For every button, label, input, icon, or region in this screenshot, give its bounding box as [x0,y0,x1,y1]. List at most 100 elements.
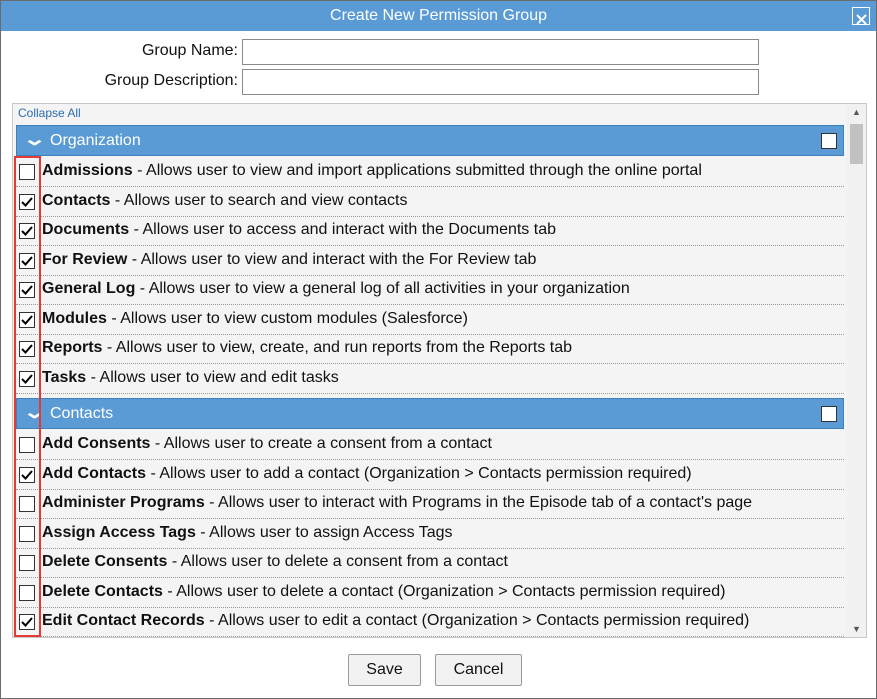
permission-row: Modules - Allows user to view custom mod… [16,306,844,335]
permission-row: Reports - Allows user to view, create, a… [16,335,844,364]
permission-checkbox[interactable] [19,555,35,571]
scroll-down-arrow[interactable]: ▼ [847,621,866,637]
permission-name: Admissions [42,162,133,179]
permission-name: Assign Access Tags [42,523,196,541]
permission-checkbox[interactable] [19,164,35,180]
permission-name: Contacts [42,191,111,209]
permission-row: Admissions - Allows user to view and imp… [16,158,844,187]
permission-name: Tasks [42,368,87,386]
permission-description: - Allows user to view and interact with … [127,250,537,268]
permission-name: Administer Programs [42,494,205,511]
permission-checkbox[interactable] [19,311,35,328]
permission-checkbox[interactable] [19,584,35,601]
permission-text: Delete Consents - Allows user to delete … [42,553,508,571]
permission-checkbox[interactable] [19,614,35,630]
permissions-panel: Collapse All ⌄ Organization Admissions - A… [12,103,867,638]
permission-text: Add Consents - Allows user to create a c… [42,435,492,453]
permission-name: For Review [42,250,128,268]
permission-checkbox[interactable] [19,193,35,210]
permission-text: Reports - Allows user to view, create, a… [42,339,572,357]
group-select-all-checkbox[interactable] [821,406,837,422]
permission-name: General Log [42,280,136,297]
permission-text: General Log - Allows user to view a gene… [42,280,630,298]
permission-name: Edit Contact Records [42,612,205,629]
chevron-down-icon[interactable]: ⌄ [22,129,46,150]
permission-text: Add Contacts - Allows user to add a cont… [42,465,692,483]
permission-text: Contacts - Allows user to search and vie… [42,192,407,210]
permission-name: Delete Consents [42,553,168,570]
permission-checkbox[interactable] [19,466,35,483]
permission-row: Add Consents - Allows user to create a c… [16,431,844,460]
group-description-input[interactable] [242,69,759,95]
group-title: Organization [50,132,141,149]
permission-checkbox[interactable] [19,437,35,453]
dialog-titlebar: Create New Permission Group [1,1,876,31]
permission-name: Documents [42,221,130,238]
permission-description: - Allows user to view custom modules (Sa… [106,309,468,327]
permission-name: Add Consents [42,435,151,452]
checkmark-icon [21,196,33,207]
scroll-up-arrow[interactable]: ▲ [847,104,866,120]
chevron-down-icon[interactable]: ⌄ [22,402,46,423]
permission-row: General Log - Allows user to view a gene… [16,276,844,305]
permission-checkbox[interactable] [19,223,35,239]
permission-row: Edit Contact Records - Allows user to ed… [16,608,844,637]
permission-row: Administer Programs - Allows user to int… [16,490,844,519]
permission-text: Admissions - Allows user to view and imp… [42,162,702,180]
permission-description: - Allows user to delete a consent from a… [167,553,508,570]
checkmark-icon [21,344,33,354]
close-button[interactable] [852,7,870,25]
permission-description: - Allows user to view a general log of a… [135,280,630,297]
group-name-input[interactable] [242,39,759,65]
permission-checkbox[interactable] [19,525,35,542]
permission-row: Delete Contacts - Allows user to delete … [16,579,844,608]
close-icon [855,14,867,25]
permission-text: Administer Programs - Allows user to int… [42,494,752,512]
permission-text: Assign Access Tags - Allows user to assi… [42,524,453,542]
group-description-label: Group Description: [104,72,238,89]
checkmark-icon [21,314,33,325]
permission-checkbox[interactable] [19,370,35,387]
checkmark-icon [21,255,33,266]
collapse-all-link[interactable]: Collapse All [18,106,81,120]
permission-row: Tasks - Allows user to view and edit tas… [16,365,844,394]
cancel-button[interactable]: Cancel [435,654,522,686]
group-title: Contacts [50,405,114,422]
permission-row: Assign Access Tags - Allows user to assi… [16,520,844,549]
permission-description: - Allows user to delete a contact (Organ… [162,582,726,600]
checkmark-icon [21,373,33,384]
permission-description: - Allows user to access and interact wit… [129,221,556,238]
permission-row: For Review - Allows user to view and int… [16,247,844,276]
permission-checkbox[interactable] [19,496,35,512]
permission-name: Reports [42,339,103,356]
permission-text: Modules - Allows user to view custom mod… [42,310,468,328]
group-header-contacts[interactable]: ⌄ Contacts [16,398,844,429]
checkmark-icon [21,226,33,236]
permission-description: - Allows user to view and edit tasks [86,368,339,386]
permission-name: Delete Contacts [42,582,163,600]
permission-row: Add Contacts - Allows user to add a cont… [16,461,844,490]
checkmark-icon [21,285,33,295]
checkmark-icon [21,617,33,627]
checkmark-icon [21,469,33,480]
permission-description: - Allows user to view and import applica… [132,162,702,179]
permission-checkbox[interactable] [19,341,35,357]
save-button[interactable]: Save [348,654,421,686]
permission-checkbox[interactable] [19,252,35,269]
group-header-organization[interactable]: ⌄ Organization [16,125,844,156]
permission-name: Add Contacts [42,464,146,482]
panel-scrollbar[interactable]: ▲ ▼ [847,104,866,637]
scroll-thumb[interactable] [850,124,863,164]
permission-checkbox[interactable] [19,282,35,298]
permission-text: Delete Contacts - Allows user to delete … [42,583,725,601]
permission-description: - Allows user to edit a contact (Organiz… [204,612,750,629]
permission-row: Delete Consents - Allows user to delete … [16,549,844,578]
group-select-all-checkbox[interactable] [821,133,837,149]
dialog-title: Create New Permission Group [330,7,547,24]
group-description-row: Group Description: [1,69,877,95]
permission-name: Modules [42,309,107,327]
permission-description: - Allows user to add a contact (Organiza… [146,464,692,482]
permission-text: Tasks - Allows user to view and edit tas… [42,369,339,387]
permission-row: Contacts - Allows user to search and vie… [16,188,844,217]
permission-description: - Allows user to assign Access Tags [195,523,453,541]
